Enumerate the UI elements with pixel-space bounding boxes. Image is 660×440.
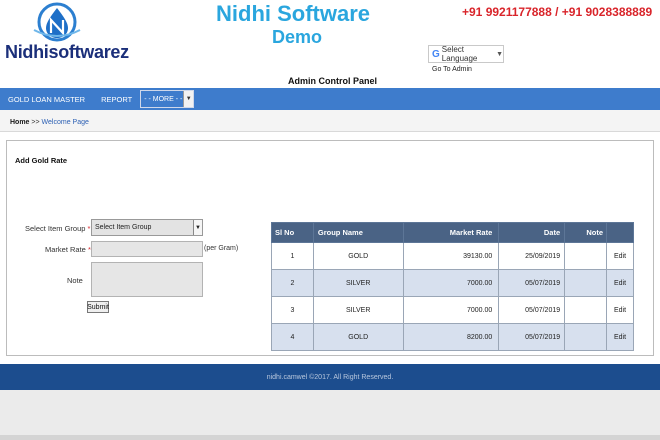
note-textarea[interactable] <box>91 262 203 297</box>
edit-link[interactable]: Edit <box>606 269 634 297</box>
col-header-sl-no: Sl No <box>271 222 314 243</box>
col-header-action <box>606 222 634 243</box>
more-menu-select[interactable]: - - MORE - - ▼ <box>140 90 195 108</box>
cell-note <box>564 296 608 324</box>
goto-admin-link[interactable]: Go To Admin <box>432 66 472 73</box>
table-row: 2 SILVER 7000.00 05/07/2019 Edit <box>271 269 634 297</box>
breadcrumb-current: Welcome Page <box>41 119 89 126</box>
col-header-date: Date <box>498 222 566 243</box>
edit-link[interactable]: Edit <box>606 296 634 324</box>
breadcrumb-separator: >> <box>31 119 40 126</box>
cell-date: 05/07/2019 <box>498 323 566 351</box>
panel-title: Add Gold Rate <box>15 156 68 165</box>
footer: nidhi.camwel ©2017. All Right Reserved. <box>0 364 660 390</box>
cell-sl: 2 <box>271 269 314 297</box>
cell-note <box>564 323 608 351</box>
cell-group: SILVER <box>312 269 404 297</box>
cell-sl: 3 <box>271 296 314 324</box>
footer-copyright: nidhi.camwel ©2017. All Right Reserved. <box>266 373 394 381</box>
app-title: Nidhi Software <box>216 1 371 26</box>
per-gram-unit: (per Gram) <box>204 245 239 252</box>
market-rate-label: Market Rate * <box>45 245 91 254</box>
admin-panel-heading: Admin Control Panel <box>288 76 378 86</box>
col-header-note: Note <box>564 222 608 243</box>
cell-sl: 4 <box>271 323 314 351</box>
chevron-down-icon: ▼ <box>496 50 503 58</box>
cell-group: GOLD <box>312 242 404 270</box>
nav-item-gold-loan-master[interactable]: GOLD LOAN MASTER <box>0 95 93 104</box>
note-label: Note <box>67 276 83 285</box>
brand-name: Nidhisoftwarez <box>5 42 129 62</box>
table-row: 3 SILVER 7000.00 05/07/2019 Edit <box>271 296 634 324</box>
market-rate-input[interactable] <box>91 241 203 257</box>
cell-note <box>564 242 608 270</box>
breadcrumb: Home >> Welcome Page <box>0 110 660 132</box>
item-group-label-text: Select Item Group <box>25 224 86 233</box>
cell-rate: 7000.00 <box>402 296 500 324</box>
nav-item-report[interactable]: REPORT <box>93 95 140 104</box>
edit-link[interactable]: Edit <box>606 323 634 351</box>
contact-phones: +91 9921177888 / +91 9028388889 <box>462 5 653 19</box>
chevron-down-icon: ▼ <box>183 91 194 107</box>
col-header-group-name: Group Name <box>312 222 404 243</box>
breadcrumb-home[interactable]: Home <box>10 119 29 126</box>
header: Nidhisoftwarez Nidhi Software Demo +91 9… <box>0 0 660 88</box>
cell-rate: 8200.00 <box>402 323 500 351</box>
item-group-label: Select Item Group * <box>25 224 90 233</box>
language-select-label: Select Language <box>441 45 478 63</box>
cell-date: 05/07/2019 <box>498 269 566 297</box>
edit-link[interactable]: Edit <box>606 242 634 270</box>
table-row: 1 GOLD 39130.00 25/09/2019 Edit <box>271 242 634 270</box>
cell-date: 05/07/2019 <box>498 296 566 324</box>
cell-rate: 39130.00 <box>402 242 500 270</box>
cell-sl: 1 <box>271 242 314 270</box>
logo-icon <box>28 2 86 42</box>
bottom-band <box>0 390 660 440</box>
bottom-strip <box>0 435 660 440</box>
cell-note <box>564 269 608 297</box>
col-header-market-rate: Market Rate <box>402 222 500 243</box>
table-header-row: Sl No Group Name Market Rate Date Note <box>271 222 634 243</box>
app-subtitle: Demo <box>272 27 323 47</box>
chevron-down-icon: ▼ <box>193 220 202 235</box>
google-icon: G <box>432 48 440 60</box>
submit-button[interactable]: Submit <box>87 301 109 313</box>
table-row: 4 GOLD 8200.00 05/07/2019 Edit <box>271 323 634 351</box>
cell-rate: 7000.00 <box>402 269 500 297</box>
cell-date: 25/09/2019 <box>498 242 566 270</box>
main-nav: GOLD LOAN MASTER REPORT - - MORE - - ▼ <box>0 88 660 110</box>
add-gold-rate-panel: Add Gold Rate Select Item Group * Select… <box>6 140 654 356</box>
more-menu-label: - - MORE - - <box>144 95 183 103</box>
cell-group: GOLD <box>312 323 404 351</box>
item-group-select[interactable]: Select Item Group ▼ <box>91 219 203 236</box>
cell-group: SILVER <box>312 296 404 324</box>
gold-rate-table: Sl No Group Name Market Rate Date Note 1… <box>271 222 634 351</box>
item-group-value: Select Item Group <box>95 224 152 231</box>
market-rate-label-text: Market Rate <box>45 245 86 254</box>
language-select[interactable]: G Select Language ▼ <box>428 45 504 63</box>
